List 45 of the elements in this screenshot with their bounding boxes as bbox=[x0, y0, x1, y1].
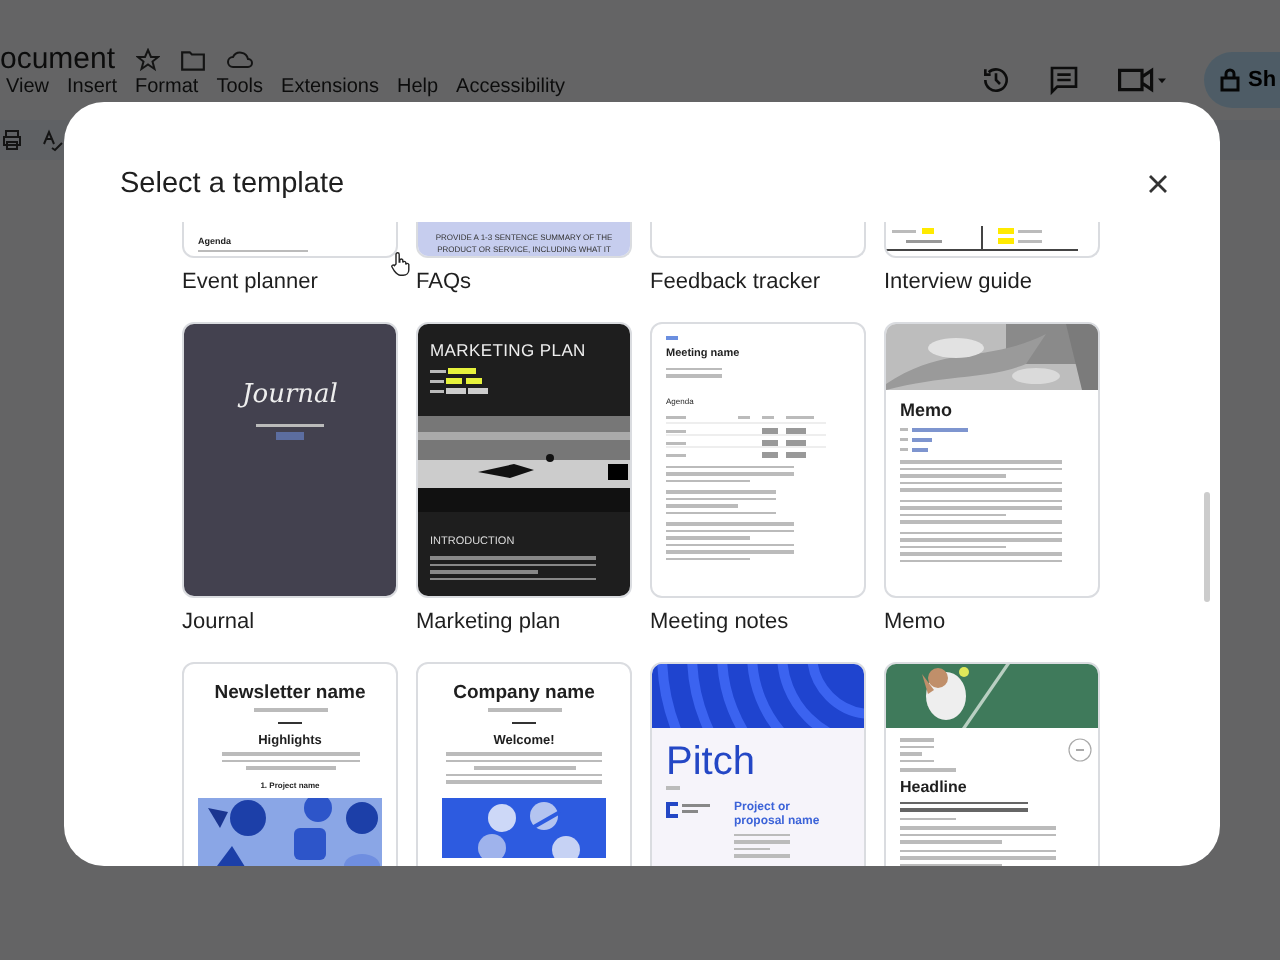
text-lines-drawing bbox=[900, 738, 936, 762]
comment-icon[interactable] bbox=[1048, 64, 1080, 96]
template-name[interactable]: Journal bbox=[182, 610, 398, 634]
star-icon[interactable] bbox=[135, 48, 160, 72]
text-lines-drawing bbox=[666, 367, 726, 377]
thumbnail-title: Headline bbox=[900, 777, 969, 795]
text-lines-drawing bbox=[734, 833, 794, 857]
text-lines-drawing bbox=[250, 422, 330, 442]
text-lines-drawing bbox=[900, 817, 960, 820]
circle-drawing bbox=[1068, 738, 1092, 762]
text-lines-drawing bbox=[484, 708, 564, 711]
template-thumbnail[interactable] bbox=[884, 222, 1100, 258]
template-name[interactable]: Event planner bbox=[182, 270, 398, 294]
thumbnail-title: Newsletter name bbox=[214, 682, 366, 704]
thumbnail-title: Pitch bbox=[666, 740, 757, 784]
close-button[interactable] bbox=[1144, 170, 1172, 198]
thumbnail-title: Company name bbox=[453, 682, 595, 704]
text-lines-drawing bbox=[250, 708, 330, 711]
logo-drawing bbox=[666, 801, 714, 817]
text-lines-drawing bbox=[666, 786, 682, 789]
print-icon[interactable] bbox=[0, 128, 24, 152]
close-icon bbox=[1148, 174, 1168, 194]
dialog-title: Select a template bbox=[120, 168, 345, 200]
thumbnail-title: MARKETING PLAN bbox=[430, 340, 588, 360]
template-thumbnail[interactable]: Headline bbox=[884, 662, 1100, 866]
scrollbar[interactable] bbox=[1204, 492, 1210, 602]
history-icon[interactable] bbox=[980, 64, 1012, 96]
video-call-icon[interactable] bbox=[1116, 64, 1168, 96]
text-lines-drawing bbox=[900, 768, 960, 771]
cloud-icon[interactable] bbox=[225, 50, 254, 70]
template-name[interactable]: Feedback tracker bbox=[650, 270, 866, 294]
template-name[interactable]: Memo bbox=[884, 610, 1100, 634]
template-name[interactable]: FAQs bbox=[416, 270, 632, 294]
template-thumbnail[interactable]: Memo bbox=[884, 322, 1100, 598]
folder-icon[interactable] bbox=[179, 49, 206, 71]
template-name[interactable]: Interview guide bbox=[884, 270, 1100, 294]
lock-icon bbox=[1220, 68, 1240, 92]
thumbnail-title: Memo bbox=[900, 400, 955, 420]
template-thumbnail[interactable] bbox=[650, 222, 866, 258]
template-name[interactable]: Marketing plan bbox=[416, 610, 632, 634]
spellcheck-icon[interactable] bbox=[40, 128, 64, 152]
template-name[interactable]: Meeting notes bbox=[650, 610, 866, 634]
template-thumbnail[interactable]: Journal bbox=[182, 322, 398, 598]
thumbnail-title: Journal bbox=[242, 380, 338, 410]
hand-cursor-icon bbox=[390, 252, 410, 276]
